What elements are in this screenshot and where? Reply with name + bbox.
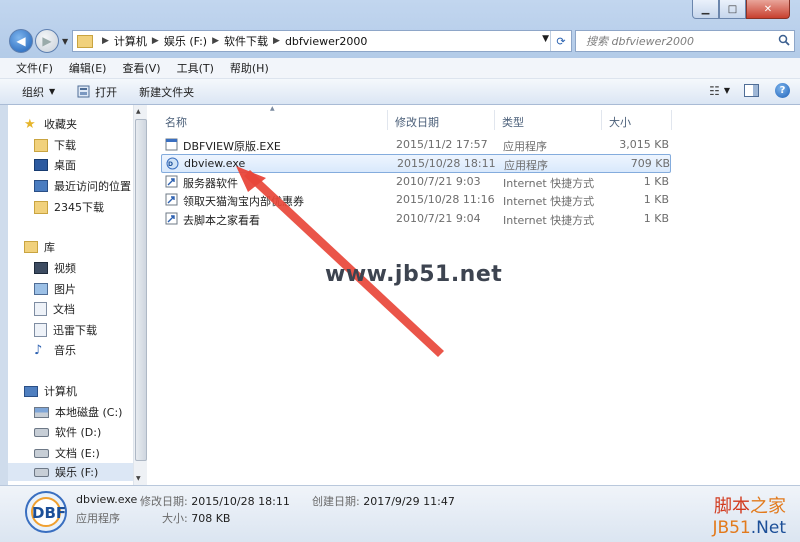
logo-english: JB51.Net bbox=[712, 518, 786, 538]
logo-chinese-part-a: 脚本 bbox=[714, 496, 750, 517]
file-size-value: 708 KB bbox=[191, 512, 231, 525]
modified-date-field: 修改日期: 2015/10/28 18:11 bbox=[140, 493, 290, 509]
explorer-window: ▁ □ ✕ ◀ ▶ ▼ ▶ 计算机 ▶ 娱乐 (F:) ▶ 软件下载 ▶ dbf… bbox=[0, 0, 800, 542]
created-date-value: 2017/9/29 11:47 bbox=[363, 495, 455, 508]
selected-file-type: 应用程序 bbox=[76, 512, 120, 525]
modified-date-value: 2015/10/28 18:11 bbox=[191, 495, 290, 508]
logo-chinese-part-b: 之家 bbox=[750, 496, 786, 517]
site-logo: 脚本之家 JB51.Net bbox=[712, 492, 786, 538]
modified-date-label: 修改日期: bbox=[140, 495, 188, 508]
selected-file-name: dbview.exe bbox=[76, 493, 138, 506]
file-size-label: 大小: bbox=[162, 512, 188, 525]
logo-english-part-a: JB51 bbox=[712, 518, 751, 538]
svg-text:DBF: DBF bbox=[32, 504, 66, 522]
logo-english-part-b: .Net bbox=[750, 518, 786, 538]
watermark-text: www.jb51.net bbox=[325, 262, 503, 287]
file-size-field: 大小: 708 KB bbox=[162, 510, 230, 526]
dbf-app-large-icon: DBF bbox=[25, 491, 67, 533]
created-date-field: 创建日期: 2017/9/29 11:47 bbox=[312, 493, 455, 509]
logo-chinese: 脚本之家 bbox=[712, 492, 786, 518]
created-date-label: 创建日期: bbox=[312, 495, 360, 508]
